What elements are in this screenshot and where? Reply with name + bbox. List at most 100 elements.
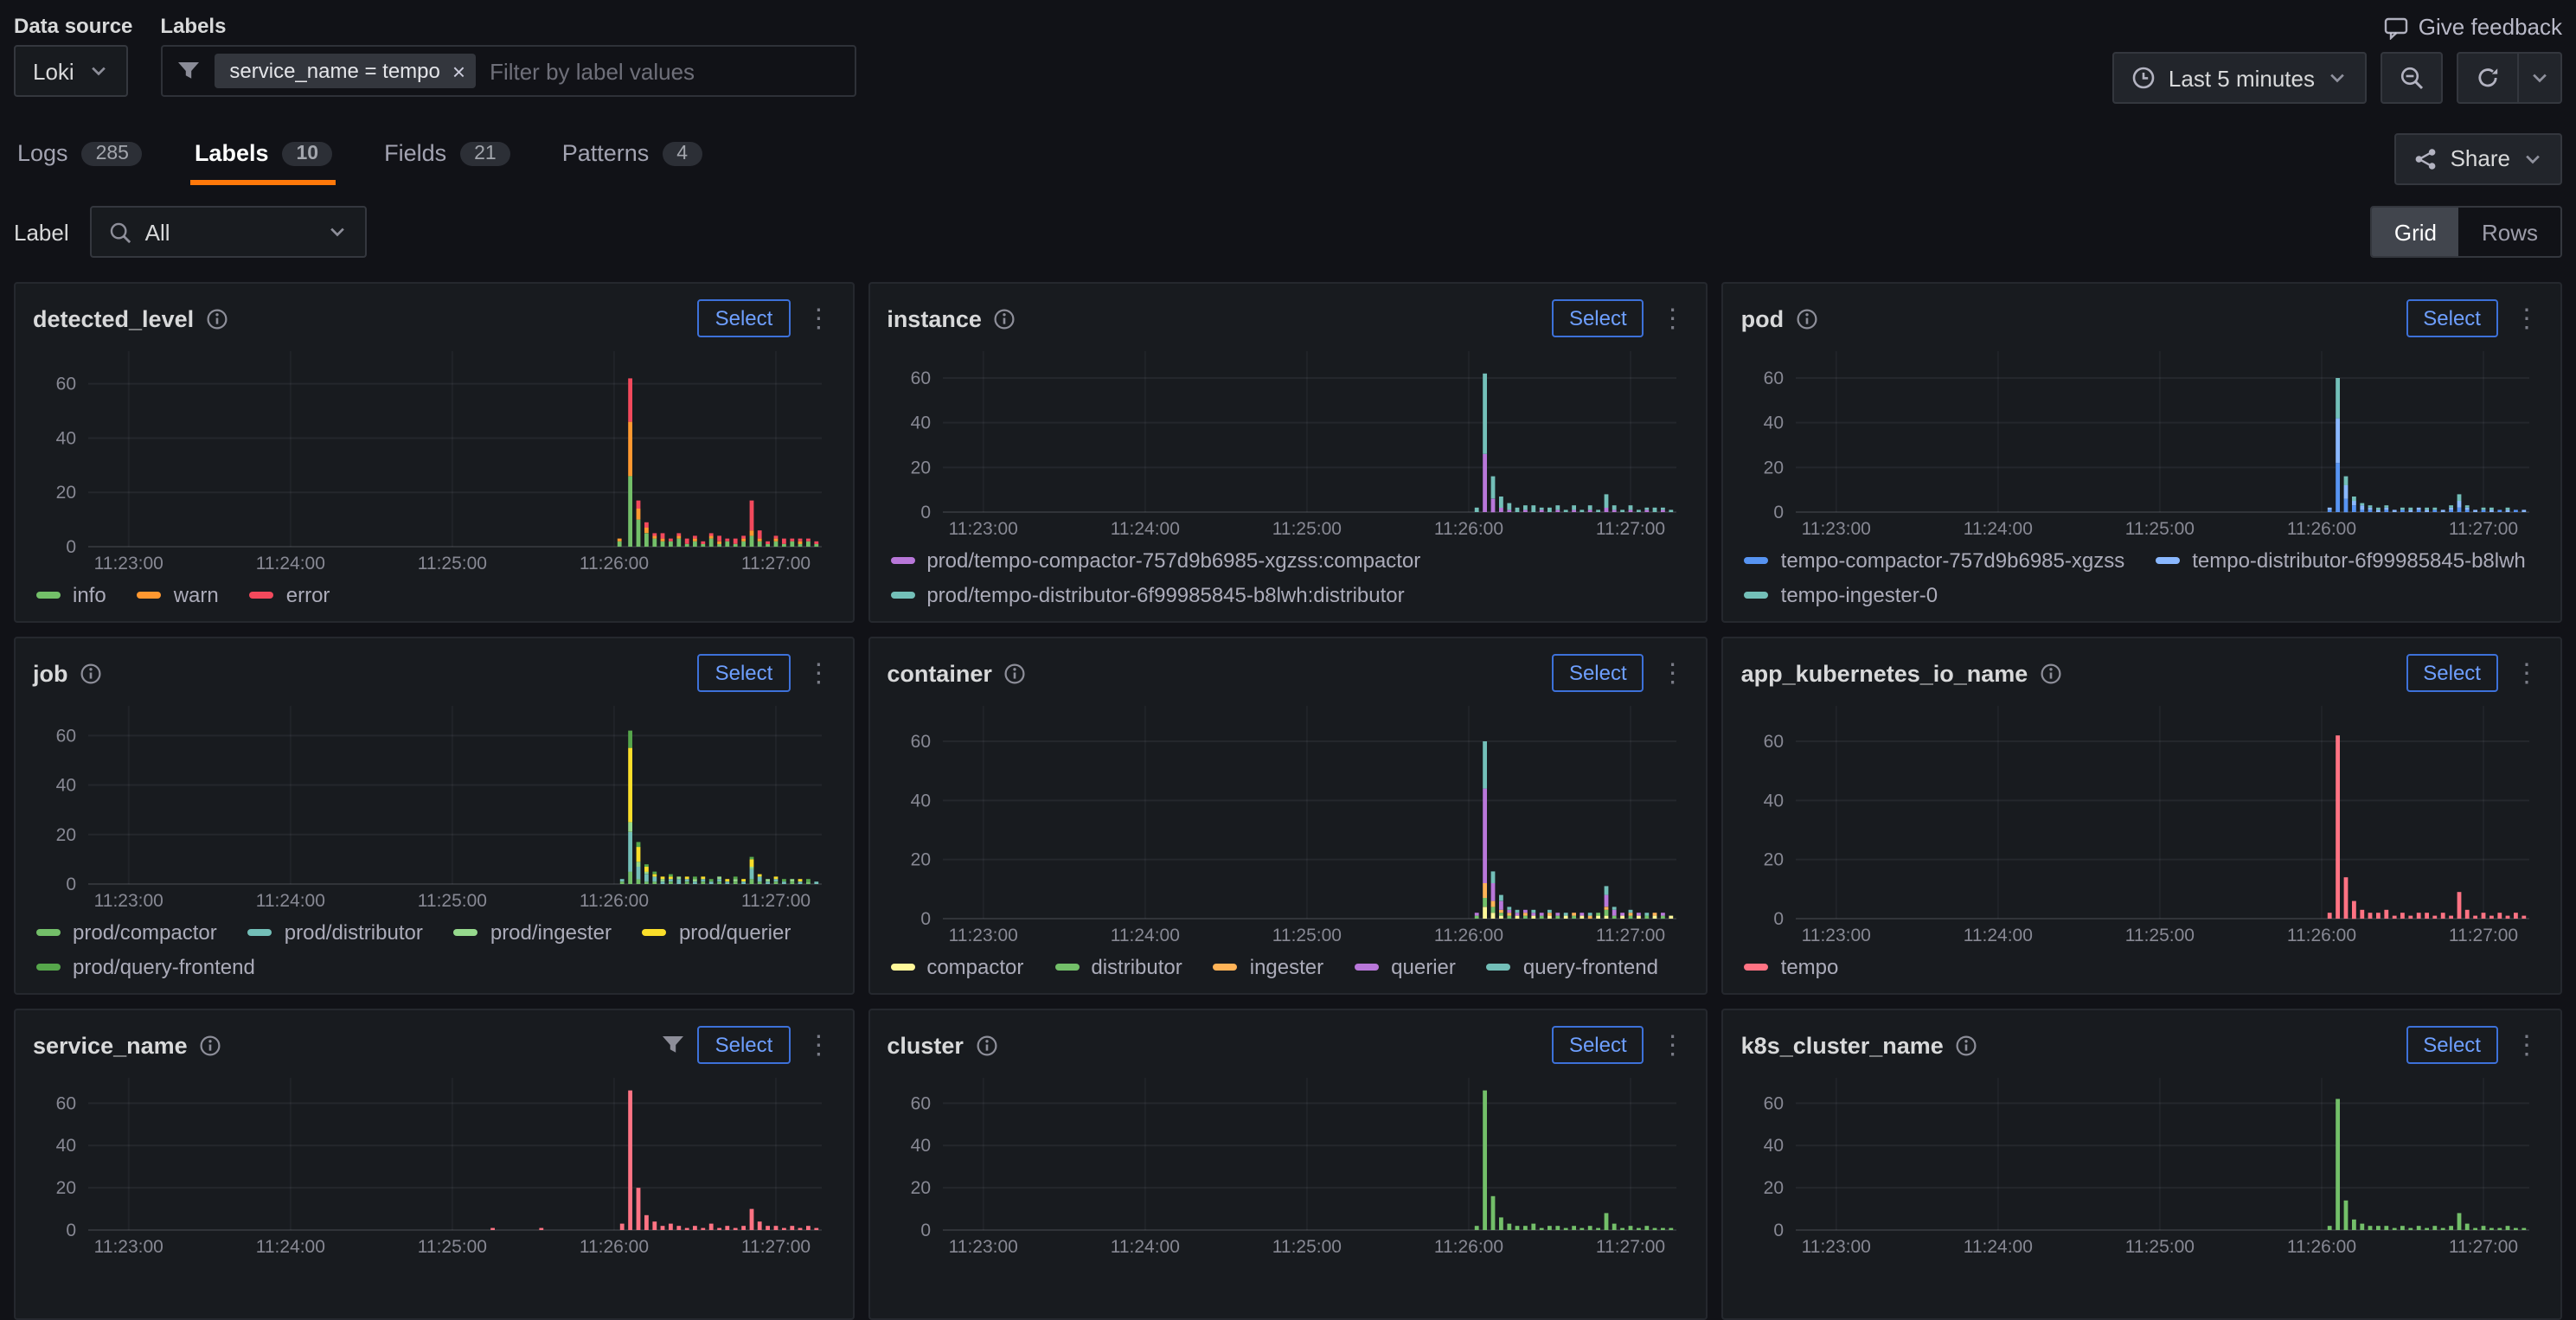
select-button[interactable]: Select	[698, 654, 791, 692]
legend-item[interactable]: prod/query-frontend	[36, 955, 255, 979]
svg-text:0: 0	[920, 909, 931, 929]
legend-item[interactable]: prod/ingester	[454, 920, 612, 945]
panel-menu-icon[interactable]: ⋮	[802, 1029, 835, 1060]
legend-item[interactable]: prod/distributor	[248, 920, 423, 945]
legend-item[interactable]: prod/tempo-compactor-757d9b6985-xgzss:co…	[890, 548, 1420, 573]
legend-item[interactable]: prod/querier	[643, 920, 791, 945]
chart-area[interactable]: 020406011:23:0011:24:0011:25:0011:26:001…	[33, 341, 835, 574]
refresh-button[interactable]	[2457, 52, 2519, 104]
layout-rows-option[interactable]: Rows	[2459, 208, 2560, 256]
panel-menu-icon[interactable]: ⋮	[802, 657, 835, 689]
datasource-picker[interactable]: Loki	[14, 45, 128, 97]
legend-swatch	[36, 964, 61, 971]
close-icon[interactable]: ×	[452, 60, 465, 82]
legend-item[interactable]: ingester	[1214, 955, 1323, 979]
legend-item[interactable]: distributor	[1054, 955, 1182, 979]
legend-label: info	[73, 583, 106, 607]
svg-text:11:24:00: 11:24:00	[256, 1237, 325, 1257]
legend-label: prod/compactor	[73, 920, 217, 945]
svg-text:11:23:00: 11:23:00	[94, 554, 163, 573]
svg-text:11:24:00: 11:24:00	[1964, 926, 2033, 945]
select-button[interactable]: Select	[698, 1026, 791, 1064]
svg-text:11:25:00: 11:25:00	[2125, 519, 2195, 539]
legend: info warn error	[33, 574, 835, 607]
legend-item[interactable]: prod/compactor	[36, 920, 217, 945]
share-button[interactable]: Share	[2395, 132, 2562, 184]
panel-menu-icon[interactable]: ⋮	[802, 303, 835, 334]
chart-area[interactable]: 020406011:23:0011:24:0011:25:0011:26:001…	[33, 695, 835, 912]
svg-text:11:27:00: 11:27:00	[741, 1237, 811, 1257]
panel-filter-icon[interactable]	[662, 1033, 686, 1057]
label-panel: pod Select ⋮ 020406011:23:0011:24:0011:2…	[1722, 282, 2562, 623]
filter-chip[interactable]: service_name = tempo ×	[214, 54, 476, 88]
chart-svg[interactable]: 020406011:23:0011:24:0011:25:0011:26:001…	[1741, 341, 2544, 540]
select-button[interactable]: Select	[698, 299, 791, 337]
select-button[interactable]: Select	[1552, 299, 1644, 337]
panel-menu-icon[interactable]: ⋮	[2510, 1029, 2543, 1060]
legend-swatch	[890, 592, 914, 599]
chart-svg[interactable]: 020406011:23:0011:24:0011:25:0011:26:001…	[1741, 1067, 2544, 1258]
panel-menu-icon[interactable]: ⋮	[1656, 657, 1689, 689]
chart-area[interactable]: 020406011:23:0011:24:0011:25:0011:26:001…	[33, 1067, 835, 1258]
label-filter-box[interactable]: service_name = tempo ×	[160, 45, 855, 97]
panel-menu-icon[interactable]: ⋮	[2510, 303, 2543, 334]
panel-menu-icon[interactable]: ⋮	[1656, 1029, 1689, 1060]
svg-text:20: 20	[910, 850, 930, 870]
panel-menu-icon[interactable]: ⋮	[2510, 657, 2543, 689]
chart-area[interactable]: 020406011:23:0011:24:0011:25:0011:26:001…	[887, 341, 1688, 540]
svg-text:0: 0	[920, 503, 931, 522]
chart-area[interactable]: 020406011:23:0011:24:0011:25:0011:26:001…	[1741, 1067, 2543, 1258]
select-button[interactable]: Select	[1552, 654, 1644, 692]
info-icon	[1956, 1034, 1978, 1056]
legend-item[interactable]: querier	[1355, 955, 1456, 979]
zoom-out-icon	[2400, 66, 2424, 90]
tab-logs[interactable]: Logs 285	[14, 131, 146, 185]
chart-svg[interactable]: 020406011:23:0011:24:0011:25:0011:26:001…	[33, 341, 836, 574]
give-feedback-link[interactable]: Give feedback	[2384, 14, 2562, 40]
chart-area[interactable]: 020406011:23:0011:24:0011:25:0011:26:001…	[887, 695, 1688, 946]
legend-item[interactable]: query-frontend	[1487, 955, 1658, 979]
chart-area[interactable]: 020406011:23:0011:24:0011:25:0011:26:001…	[1741, 695, 2543, 946]
legend-item[interactable]: error	[250, 583, 330, 607]
chart-svg[interactable]: 020406011:23:0011:24:0011:25:0011:26:001…	[1741, 695, 2544, 946]
tab-label: Fields	[384, 140, 446, 166]
info-icon	[200, 1034, 222, 1056]
tab-patterns[interactable]: Patterns 4	[559, 131, 705, 185]
chart-svg[interactable]: 020406011:23:0011:24:0011:25:0011:26:001…	[33, 1067, 836, 1258]
legend-item[interactable]: prod/tempo-distributor-6f99985845-b8lwh:…	[890, 583, 1404, 607]
legend-item[interactable]: warn	[138, 583, 219, 607]
chart-area[interactable]: 020406011:23:0011:24:0011:25:0011:26:001…	[887, 1067, 1688, 1258]
legend-label: prod/querier	[679, 920, 791, 945]
legend-item[interactable]: tempo-compactor-757d9b6985-xgzss	[1745, 548, 2125, 573]
layout-grid-option[interactable]: Grid	[2372, 208, 2459, 256]
chart-svg[interactable]: 020406011:23:0011:24:0011:25:0011:26:001…	[887, 341, 1689, 540]
svg-text:11:23:00: 11:23:00	[94, 891, 163, 911]
legend-item[interactable]: tempo	[1745, 955, 1839, 979]
panel-menu-icon[interactable]: ⋮	[1656, 303, 1689, 334]
panel-header: cluster Select ⋮	[887, 1022, 1688, 1067]
chart-svg[interactable]: 020406011:23:0011:24:0011:25:0011:26:001…	[887, 695, 1689, 946]
legend-item[interactable]: compactor	[890, 955, 1023, 979]
tab-fields[interactable]: Fields 21	[381, 131, 514, 185]
chart-svg[interactable]: 020406011:23:0011:24:0011:25:0011:26:001…	[887, 1067, 1689, 1258]
legend-item[interactable]: info	[36, 583, 106, 607]
select-button[interactable]: Select	[2406, 654, 2498, 692]
legend-item[interactable]: tempo-ingester-0	[1745, 583, 1938, 607]
select-button[interactable]: Select	[1552, 1026, 1644, 1064]
tab-labels[interactable]: Labels 10	[191, 131, 336, 185]
info-icon	[206, 307, 228, 330]
legend-label: prod/distributor	[285, 920, 423, 945]
legend-item[interactable]: tempo-distributor-6f99985845-b8lwh	[2156, 548, 2526, 573]
label-values-input[interactable]	[490, 58, 840, 84]
svg-text:11:23:00: 11:23:00	[948, 1237, 1017, 1257]
chart-svg[interactable]: 020406011:23:0011:24:0011:25:0011:26:001…	[33, 695, 836, 912]
refresh-interval-dropdown[interactable]	[2519, 52, 2562, 104]
label-search-select[interactable]: All	[90, 206, 367, 258]
zoom-out-button[interactable]	[2381, 52, 2443, 104]
svg-text:11:26:00: 11:26:00	[1433, 1237, 1503, 1257]
time-range-picker[interactable]: Last 5 minutes	[2113, 52, 2367, 104]
select-button[interactable]: Select	[2406, 299, 2498, 337]
chart-area[interactable]: 020406011:23:0011:24:0011:25:0011:26:001…	[1741, 341, 2543, 540]
select-button[interactable]: Select	[2406, 1026, 2498, 1064]
svg-text:11:23:00: 11:23:00	[1802, 519, 1871, 539]
